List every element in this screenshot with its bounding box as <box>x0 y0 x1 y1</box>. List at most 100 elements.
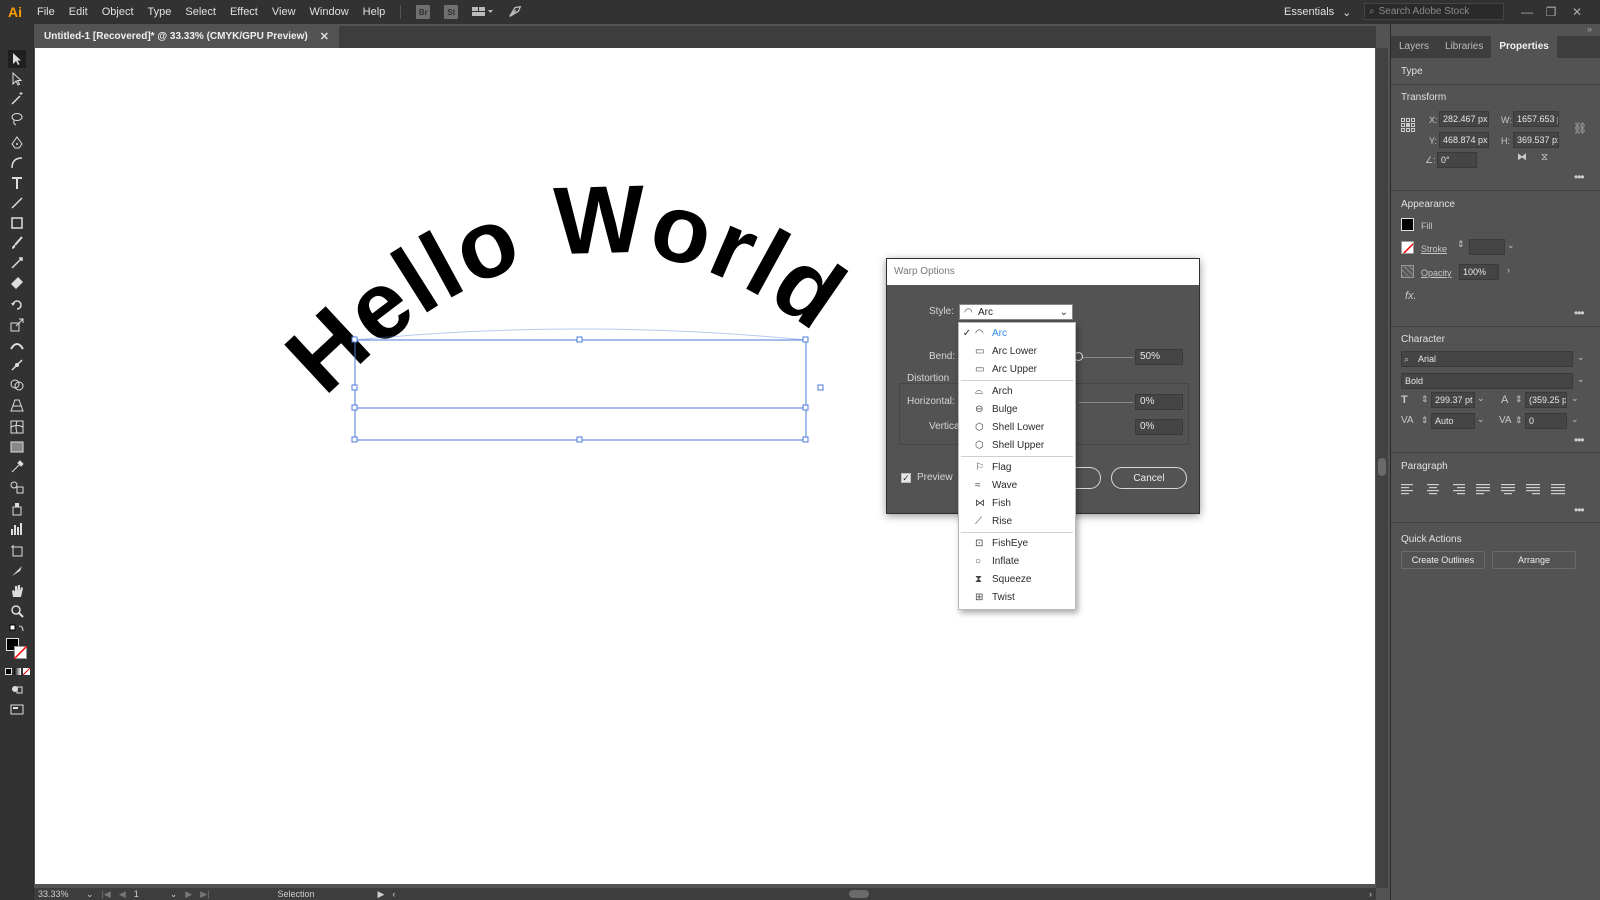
type-tool-icon[interactable] <box>8 174 26 192</box>
align-left-icon[interactable] <box>1401 484 1415 496</box>
preview-checkbox[interactable]: ✓ <box>901 473 911 483</box>
restore-icon[interactable]: ❐ <box>1540 0 1562 24</box>
font-family-field[interactable]: Arial <box>1401 351 1573 367</box>
constrain-proportions-icon[interactable]: ⛓ <box>1573 122 1587 135</box>
align-right-icon[interactable] <box>1451 484 1465 496</box>
chevron-down-icon[interactable]: ⌄ <box>82 888 98 900</box>
scroll-right-icon[interactable]: › <box>1365 888 1376 900</box>
flip-horizontal-icon[interactable]: ⧓ <box>1517 152 1527 163</box>
minimize-icon[interactable]: — <box>1516 0 1538 24</box>
style-option-fisheye[interactable]: ⊡ FishEye <box>959 534 1075 552</box>
kerning-field[interactable]: Auto <box>1431 413 1475 429</box>
rotate-tool-icon[interactable] <box>8 296 26 314</box>
chevron-down-icon[interactable]: ⌄ <box>1571 393 1579 404</box>
preview-label[interactable]: Preview <box>917 472 953 483</box>
stroke-weight-field[interactable] <box>1469 239 1505 255</box>
menu-object[interactable]: Object <box>95 0 141 24</box>
tab-properties[interactable]: Properties <box>1491 36 1557 58</box>
chevron-down-icon[interactable]: ⌄ <box>166 888 182 900</box>
selection-bounding-box[interactable] <box>354 328 807 441</box>
status-menu-icon[interactable]: ▶ <box>373 888 388 900</box>
style-option-bulge[interactable]: ⊖ Bulge <box>959 400 1075 418</box>
opacity-label[interactable]: Opacity <box>1421 268 1452 278</box>
stepper-icon[interactable]: ⇕ <box>1457 239 1465 250</box>
more-options-icon[interactable]: ••• <box>1574 433 1585 447</box>
slice-tool-icon[interactable] <box>8 562 26 580</box>
last-artboard-icon[interactable]: ▶| <box>196 888 213 900</box>
style-option-arc[interactable]: ✓ ◠ Arc <box>959 324 1075 342</box>
chevron-down-icon[interactable]: ⌄ <box>1477 393 1485 404</box>
align-center-icon[interactable] <box>1426 484 1440 496</box>
menu-view[interactable]: View <box>265 0 303 24</box>
tab-layers[interactable]: Layers <box>1391 36 1437 58</box>
collapse-panel-icon[interactable]: » <box>1587 24 1592 34</box>
menu-help[interactable]: Help <box>356 0 393 24</box>
chevron-down-icon[interactable]: ⌄ <box>1507 240 1515 251</box>
chevron-down-icon[interactable]: ⌄ <box>1577 374 1585 385</box>
more-options-icon[interactable]: ••• <box>1574 170 1585 184</box>
workspace-switcher[interactable]: Essentials ⌄ <box>1284 0 1351 24</box>
stepper-icon[interactable]: ⇕ <box>1421 394 1429 405</box>
style-option-flag[interactable]: ⚐ Flag <box>959 458 1075 476</box>
scale-tool-icon[interactable] <box>8 316 26 334</box>
screen-mode-icon[interactable] <box>8 700 26 718</box>
width-tool-icon[interactable] <box>8 336 26 354</box>
font-style-field[interactable]: Bold <box>1401 373 1573 389</box>
zoom-level[interactable]: 33.33% <box>34 888 82 900</box>
more-options-icon[interactable]: ••• <box>1574 306 1585 320</box>
drawing-modes-icon[interactable] <box>8 680 26 698</box>
opacity-field[interactable]: 100% <box>1459 264 1499 280</box>
menu-window[interactable]: Window <box>303 0 356 24</box>
previous-artboard-icon[interactable]: ◀ <box>115 888 130 900</box>
stock-icon[interactable]: St <box>444 5 459 19</box>
stroke-swatch[interactable] <box>1401 241 1414 254</box>
menu-effect[interactable]: Effect <box>223 0 265 24</box>
tracking-field[interactable]: 0 <box>1525 413 1567 429</box>
justify-left-icon[interactable] <box>1476 484 1490 496</box>
perspective-grid-tool-icon[interactable] <box>8 396 26 414</box>
style-dropdown[interactable]: ◠ Arc ⌄ <box>959 304 1073 320</box>
puppet-warp-tool-icon[interactable] <box>8 356 26 374</box>
reference-point-icon[interactable] <box>1401 118 1415 132</box>
vertical-scrollbar[interactable] <box>1376 48 1388 888</box>
font-size-field[interactable]: 299.37 pt <box>1431 392 1475 408</box>
stroke-swatch[interactable] <box>14 646 27 659</box>
shaper-tool-icon[interactable] <box>8 254 26 272</box>
menu-edit[interactable]: Edit <box>62 0 95 24</box>
style-option-shell-lower[interactable]: ⬡ Shell Lower <box>959 418 1075 436</box>
bridge-icon[interactable]: Br <box>416 5 431 19</box>
search-stock-input[interactable]: ⌕ Search Adobe Stock <box>1364 3 1504 20</box>
mesh-tool-icon[interactable] <box>8 418 26 436</box>
h-field[interactable]: 369.537 px <box>1513 132 1559 148</box>
justify-all-icon[interactable] <box>1551 484 1565 496</box>
style-option-twist[interactable]: ⊞ Twist <box>959 588 1075 606</box>
scroll-left-icon[interactable]: ‹ <box>388 888 399 900</box>
menu-select[interactable]: Select <box>178 0 223 24</box>
blend-tool-icon[interactable] <box>8 478 26 496</box>
w-field[interactable]: 1657.653 p <box>1513 111 1559 127</box>
style-option-fish[interactable]: ⋈ Fish <box>959 494 1075 512</box>
create-outlines-button[interactable]: Create Outlines <box>1401 551 1485 569</box>
artboard-tool-icon[interactable] <box>8 542 26 560</box>
horizontal-slider-track[interactable] <box>1079 402 1133 403</box>
curvature-tool-icon[interactable] <box>8 154 26 172</box>
style-option-shell-upper[interactable]: ⬡ Shell Upper <box>959 436 1075 454</box>
direct-selection-tool-icon[interactable] <box>8 70 26 88</box>
paintbrush-tool-icon[interactable] <box>8 234 26 252</box>
stepper-icon[interactable]: ⇕ <box>1515 394 1523 405</box>
chevron-down-icon[interactable]: ⌄ <box>1477 414 1485 425</box>
style-option-inflate[interactable]: ○ Inflate <box>959 552 1075 570</box>
bend-field[interactable]: 50% <box>1135 349 1183 365</box>
lasso-tool-icon[interactable] <box>8 110 26 128</box>
fill-swatch[interactable] <box>1401 218 1414 231</box>
gradient-icon[interactable] <box>14 668 21 675</box>
warped-text-artwork[interactable]: Hello World <box>266 166 865 413</box>
stroke-label[interactable]: Stroke <box>1421 244 1447 254</box>
fill-stroke-swatches[interactable] <box>4 636 30 662</box>
stepper-icon[interactable]: ⇕ <box>1515 415 1523 426</box>
bend-slider-track[interactable] <box>1079 357 1133 358</box>
stepper-icon[interactable]: ⇕ <box>1421 415 1429 426</box>
gpu-performance-icon[interactable] <box>508 5 522 19</box>
justify-center-icon[interactable] <box>1501 484 1515 496</box>
rectangle-tool-icon[interactable] <box>8 214 26 232</box>
